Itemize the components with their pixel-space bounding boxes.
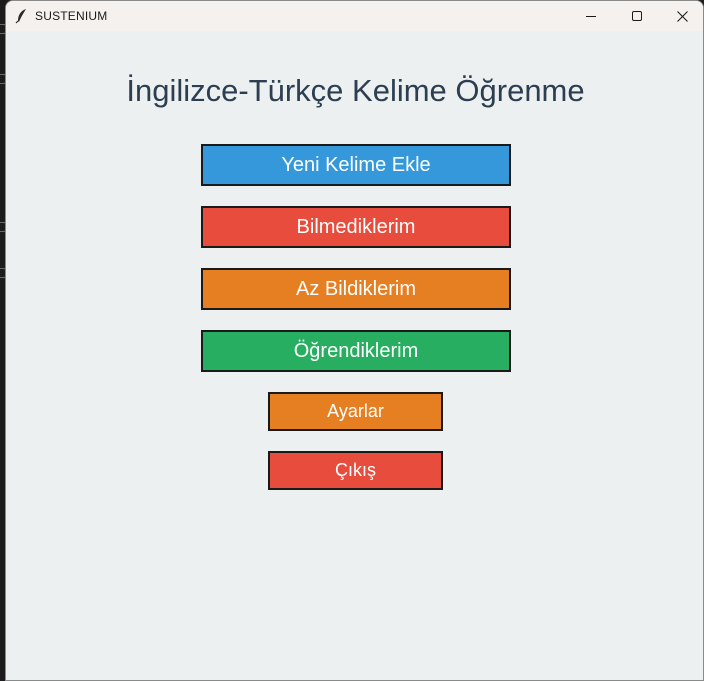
unknown-words-button[interactable]: Bilmediklerim xyxy=(201,206,511,248)
learned-words-button[interactable]: Öğrendiklerim xyxy=(201,330,511,372)
title-bar[interactable]: SUSTENIUM xyxy=(6,1,703,31)
settings-button[interactable]: Ayarlar xyxy=(268,392,443,431)
exit-button[interactable]: Çıkış xyxy=(268,451,443,490)
app-window: SUSTENIUM İngilizce-Türkçe Kelime Öğrenm… xyxy=(5,0,704,681)
little-known-words-button[interactable]: Az Bildiklerim xyxy=(201,268,511,310)
close-button[interactable] xyxy=(659,1,703,31)
page-title: İngilizce-Türkçe Kelime Öğrenme xyxy=(126,73,585,108)
close-icon xyxy=(677,11,688,22)
maximize-icon xyxy=(632,11,642,21)
maximize-button[interactable] xyxy=(614,1,660,31)
feather-icon xyxy=(14,8,30,24)
add-word-button[interactable]: Yeni Kelime Ekle xyxy=(201,144,511,186)
window-title: SUSTENIUM xyxy=(35,9,108,23)
minimize-button[interactable] xyxy=(568,1,614,31)
minimize-icon xyxy=(586,16,596,17)
